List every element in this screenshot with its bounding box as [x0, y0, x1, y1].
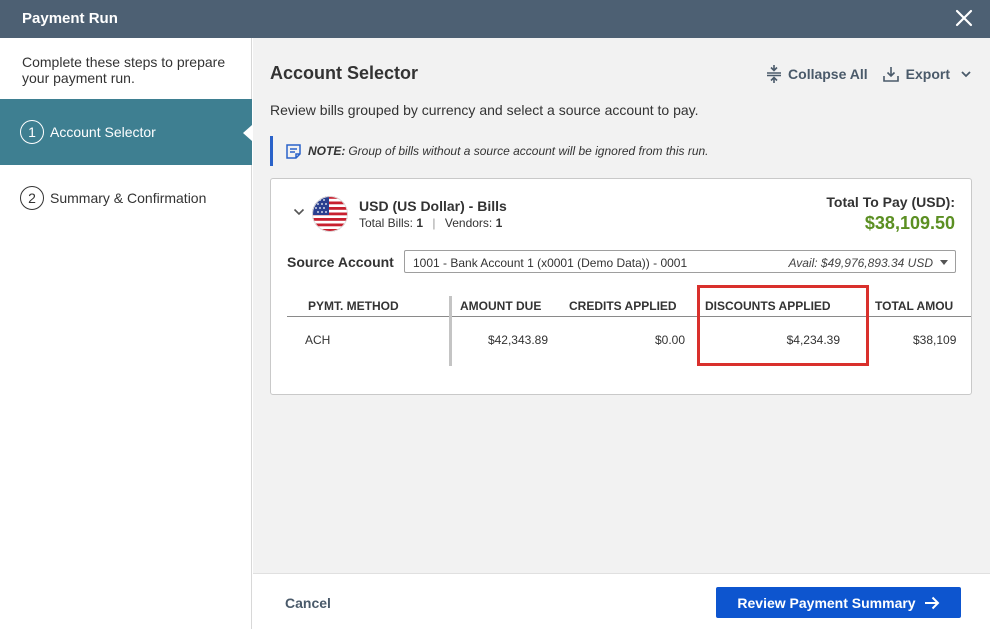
note-text: Group of bills without a source account … [348, 144, 709, 158]
collapse-all-label: Collapse All [788, 66, 868, 82]
cell-amount-due: $42,343.89 [487, 333, 548, 347]
step-number: 2 [20, 186, 44, 210]
collapse-all-button[interactable]: Collapse All [766, 64, 868, 84]
cell-total-amount: $38,109 [913, 333, 957, 347]
currency-group-counts: Total Bills: 1 | Vendors: 1 [359, 216, 502, 230]
export-icon [882, 67, 899, 82]
source-account-select[interactable]: 1001 - Bank Account 1 (x0001 (Demo Data)… [404, 250, 956, 273]
collapse-all-icon [767, 65, 782, 83]
col-header-credits-applied: CREDITS APPLIED [569, 299, 677, 313]
step-summary-confirmation[interactable]: 2 Summary & Confirmation [0, 165, 252, 231]
vendors-value: 1 [495, 216, 503, 230]
step-number: 1 [20, 120, 44, 144]
table-header-divider [287, 316, 971, 317]
step-label: Account Selector [50, 124, 156, 140]
currency-group-title: USD (US Dollar) - Bills [359, 198, 507, 214]
dialog-title: Payment Run [22, 10, 118, 27]
total-to-pay-label: Total To Pay (USD): [826, 194, 955, 210]
main-panel: Account Selector Collapse All Export Rev… [253, 38, 990, 573]
note-icon [286, 143, 301, 159]
steps-sidebar: Complete these steps to prepare your pay… [0, 38, 252, 629]
total-to-pay-value: $38,109.50 [864, 213, 955, 233]
close-icon[interactable] [954, 8, 974, 28]
export-button[interactable]: Export [882, 65, 972, 83]
bills-table: PYMT. METHOD AMOUNT DUE CREDITS APPLIED … [287, 296, 971, 366]
chevron-down-icon [961, 71, 971, 78]
note-label: NOTE: [308, 144, 346, 158]
col-header-amount-due: AMOUNT DUE [460, 299, 542, 313]
export-label: Export [905, 66, 950, 82]
cancel-button[interactable]: Cancel [285, 595, 331, 611]
arrow-right-icon [924, 596, 940, 609]
dialog-titlebar: Payment Run [0, 0, 990, 38]
currency-group-card: USD (US Dollar) - Bills Total Bills: 1 |… [270, 178, 972, 395]
source-account-label: Source Account [287, 254, 394, 270]
dialog-footer: Cancel Review Payment Summary [253, 573, 990, 629]
discounts-applied-highlight [697, 285, 869, 366]
source-account-available: Avail: $49,976,893.34 USD [788, 256, 933, 270]
vendors-label: Vendors: [444, 216, 493, 230]
review-payment-summary-label: Review Payment Summary [737, 594, 916, 611]
col-header-pymt-method: PYMT. METHOD [308, 299, 399, 313]
review-payment-summary-button[interactable]: Review Payment Summary [716, 587, 961, 618]
sidebar-intro: Complete these steps to prepare your pay… [22, 54, 226, 86]
cell-pymt-method: ACH [305, 333, 331, 347]
page-title: Account Selector [270, 63, 419, 83]
page-description: Review bills grouped by currency and sel… [270, 102, 699, 118]
col-header-total-amount: TOTAL AMOU [875, 299, 954, 313]
step-label: Summary & Confirmation [50, 190, 207, 206]
frozen-column-divider[interactable] [449, 296, 452, 366]
cell-credits-applied: $0.00 [654, 333, 685, 347]
payment-run-dialog: Payment Run Complete these steps to prep… [0, 0, 990, 629]
total-bills-value: 1 [416, 216, 424, 230]
us-flag-icon [312, 196, 348, 232]
source-account-value: 1001 - Bank Account 1 (x0001 (Demo Data)… [413, 256, 688, 270]
toolbar: Collapse All Export [766, 64, 972, 84]
counts-divider: | [432, 216, 436, 230]
note-banner: NOTE: Group of bills without a source ac… [270, 136, 970, 166]
total-bills-label: Total Bills: [359, 216, 414, 230]
step-account-selector[interactable]: 1 Account Selector [0, 99, 252, 165]
caret-down-icon [940, 260, 948, 265]
chevron-down-icon[interactable] [293, 207, 305, 217]
